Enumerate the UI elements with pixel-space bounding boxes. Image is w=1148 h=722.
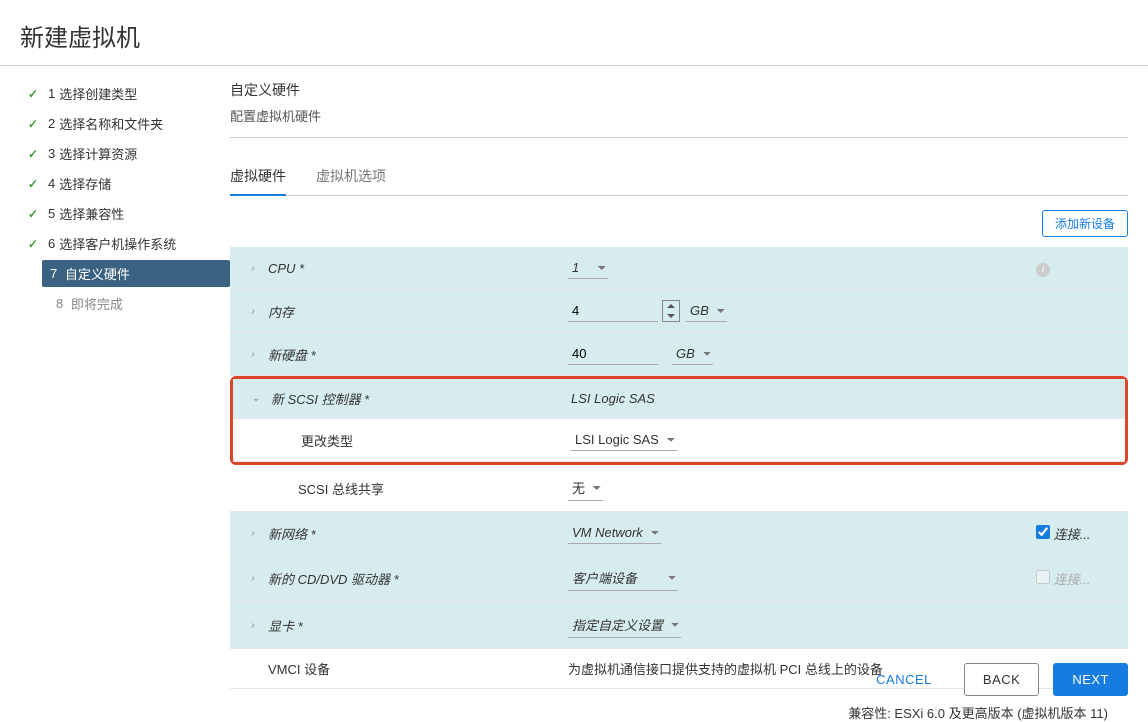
chevron-right-icon[interactable]: › [251, 573, 254, 584]
chevron-right-icon[interactable]: › [251, 306, 254, 317]
back-button[interactable]: BACK [964, 663, 1039, 696]
step-4[interactable]: ✓4选择存储 [20, 170, 230, 197]
video-select[interactable]: 指定自定义设置 [568, 612, 681, 638]
next-button[interactable]: NEXT [1053, 663, 1128, 696]
memory-unit-select[interactable]: GB [686, 300, 727, 322]
row-new-network: › 新网络 * VM Network 连接... [230, 512, 1128, 555]
scsi-type-select[interactable]: LSI Logic SAS [571, 429, 677, 451]
check-icon: ✓ [28, 177, 48, 191]
check-icon: ✓ [28, 87, 48, 101]
scsi-bus-label: SCSI 总线共享 [260, 469, 560, 508]
memory-input[interactable] [568, 300, 658, 322]
chevron-right-icon[interactable]: › [251, 528, 254, 539]
chevron-right-icon[interactable]: › [251, 263, 254, 274]
check-icon: ✓ [28, 237, 48, 251]
add-new-device-button[interactable]: 添加新设备 [1042, 210, 1128, 237]
network-connect-label: 连接... [1054, 527, 1091, 542]
row-memory: › 内存 GB [230, 290, 1128, 333]
cpu-label: CPU * [260, 251, 560, 286]
info-icon[interactable]: i [1036, 263, 1050, 277]
chevron-right-icon[interactable]: › [251, 620, 254, 631]
vmci-desc: 为虚拟机通信接口提供支持的虚拟机 PCI 总线上的设备 [568, 659, 883, 678]
tab-virtual-hardware[interactable]: 虚拟硬件 [230, 158, 286, 196]
row-new-disk: › 新硬盘 * GB [230, 333, 1128, 376]
cddvd-label: 新的 CD/DVD 驱动器 * [260, 559, 560, 598]
disk-label: 新硬盘 * [260, 335, 560, 374]
scsi-type-label: 更改类型 [263, 421, 563, 460]
scsi-value: LSI Logic SAS [571, 391, 655, 406]
step-2[interactable]: ✓2选择名称和文件夹 [20, 110, 230, 137]
hardware-table: › CPU * 1 i › 内存 GB › 新硬盘 * [230, 247, 1128, 689]
row-scsi-bus-sharing: SCSI 总线共享 无 [230, 465, 1128, 512]
network-label: 新网络 * [260, 514, 560, 553]
chevron-down-icon[interactable]: ⌄ [252, 393, 260, 404]
step-3[interactable]: ✓3选择计算资源 [20, 140, 230, 167]
row-video-card: › 显卡 * 指定自定义设置 [230, 602, 1128, 649]
check-icon: ✓ [28, 117, 48, 131]
check-icon: ✓ [28, 207, 48, 221]
row-cpu: › CPU * 1 i [230, 247, 1128, 290]
check-icon: ✓ [28, 147, 48, 161]
section-heading: 自定义硬件 [230, 80, 1128, 100]
wizard-steps: ✓1选择创建类型 ✓2选择名称和文件夹 ✓3选择计算资源 ✓4选择存储 ✓5选择… [0, 66, 230, 722]
chevron-right-icon[interactable]: › [251, 349, 254, 360]
step-6[interactable]: ✓6选择客户机操作系统 [20, 230, 230, 257]
step-8: 8 即将完成 [48, 290, 230, 317]
tab-bar: 虚拟硬件 虚拟机选项 [230, 158, 1128, 196]
row-scsi-controller: ⌄ 新 SCSI 控制器 * LSI Logic SAS [233, 379, 1125, 419]
step-7-active[interactable]: 7 自定义硬件 [42, 260, 230, 287]
row-cddvd: › 新的 CD/DVD 驱动器 * 客户端设备 连接... [230, 555, 1128, 602]
step-5[interactable]: ✓5选择兼容性 [20, 200, 230, 227]
dialog-title: 新建虚拟机 [0, 0, 1148, 66]
disk-unit-select[interactable]: GB [672, 343, 713, 365]
memory-label: 内存 [260, 292, 560, 331]
disk-size-input[interactable] [568, 343, 658, 365]
section-subheading: 配置虚拟机硬件 [230, 106, 1128, 125]
cddvd-connect-label: 连接... [1054, 572, 1091, 587]
cddvd-select[interactable]: 客户端设备 [568, 565, 678, 591]
scsi-bus-select[interactable]: 无 [568, 475, 603, 501]
tab-vm-options[interactable]: 虚拟机选项 [316, 158, 386, 195]
network-select[interactable]: VM Network [568, 522, 661, 544]
cancel-button[interactable]: CANCEL [858, 664, 950, 695]
step-1[interactable]: ✓1选择创建类型 [20, 80, 230, 107]
row-scsi-change-type: 更改类型 LSI Logic SAS [233, 419, 1125, 462]
memory-stepper[interactable] [662, 300, 680, 322]
network-connect-checkbox[interactable] [1036, 525, 1050, 539]
scsi-label: 新 SCSI 控制器 * [263, 379, 563, 418]
cpu-select[interactable]: 1 [568, 257, 608, 279]
vmci-label: VMCI 设备 [260, 649, 560, 688]
cddvd-connect-checkbox [1036, 570, 1050, 584]
video-label: 显卡 * [260, 606, 560, 645]
